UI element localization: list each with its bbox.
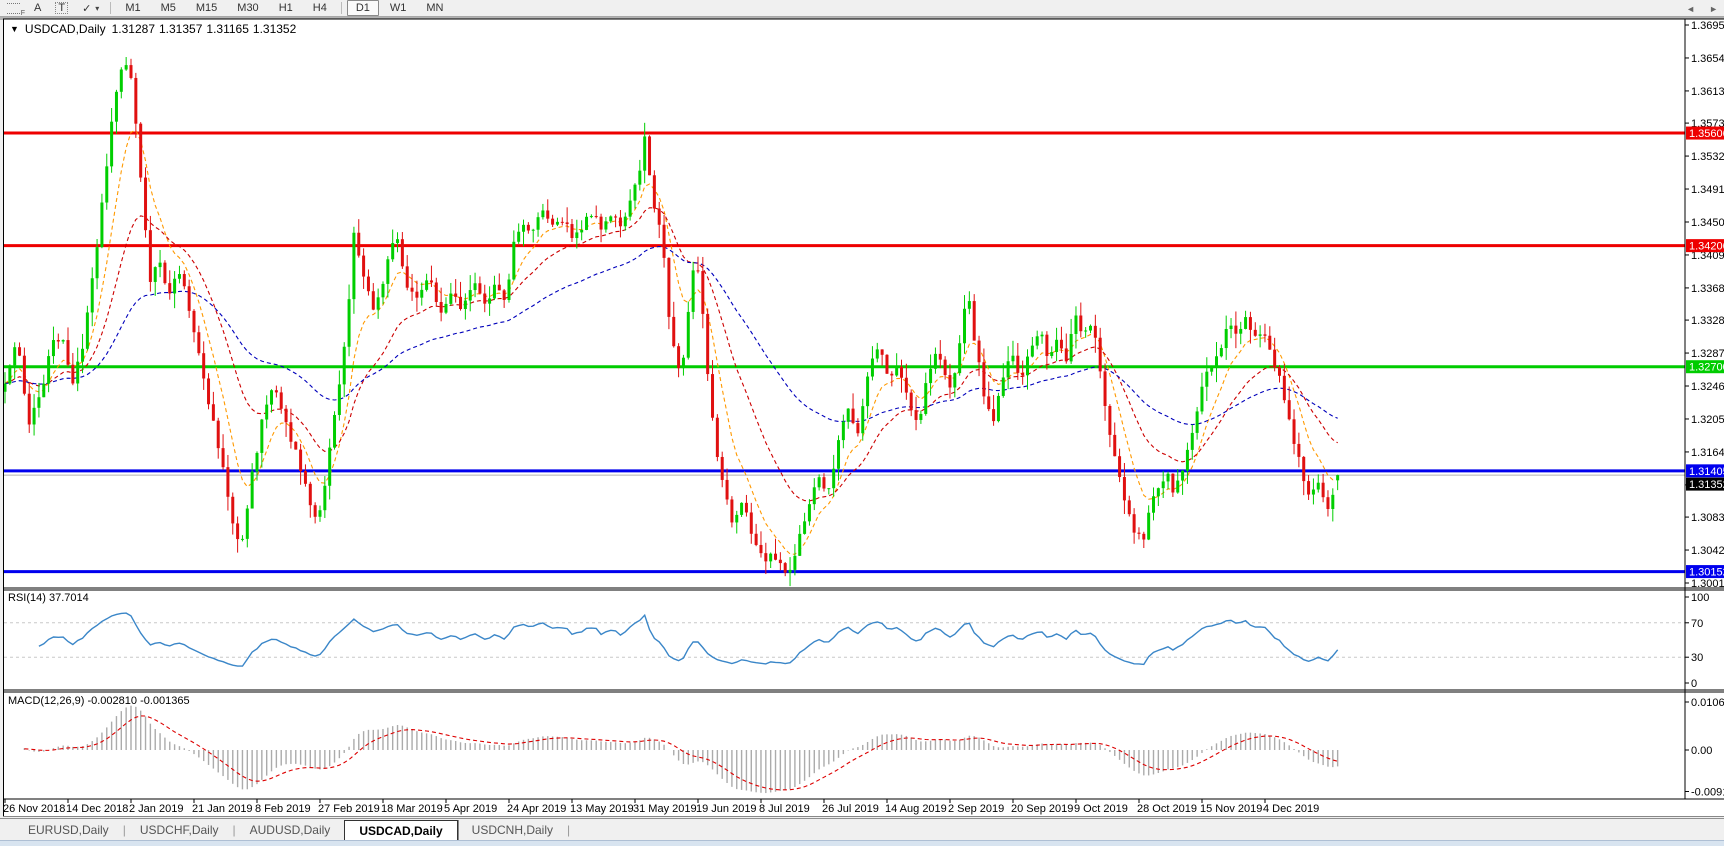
rsi-axis-label: 100 xyxy=(1691,592,1709,604)
rsi-axis-label: 0 xyxy=(1691,678,1697,690)
date-tick-label: 5 Apr 2019 xyxy=(444,803,497,815)
price-tick-label: 1.32870 xyxy=(1691,348,1724,360)
macd-axis-label: 0.00 xyxy=(1691,745,1712,757)
date-tick-label: 4 Dec 2019 xyxy=(1263,803,1319,815)
date-tick-label: 14 Aug 2019 xyxy=(885,803,947,815)
date-tick-label: 14 Dec 2018 xyxy=(66,803,128,815)
rsi-axis-label: 70 xyxy=(1691,618,1703,630)
date-tick-label: 20 Sep 2019 xyxy=(1011,803,1073,815)
date-tick-label: 13 May 2019 xyxy=(570,803,634,815)
date-tick-label: 26 Jul 2019 xyxy=(822,803,879,815)
price-tick-label: 1.30830 xyxy=(1691,512,1724,524)
date-tick-label: 28 Oct 2019 xyxy=(1137,803,1197,815)
date-tick-label: 15 Nov 2019 xyxy=(1200,803,1262,815)
price-tick-label: 1.36130 xyxy=(1691,86,1724,98)
price-line-label: 1.31352 xyxy=(1686,478,1724,492)
chart-canvas[interactable]: 1.369501.365401.361301.357301.353201.349… xyxy=(0,0,1724,845)
price-tick-label: 1.36540 xyxy=(1691,53,1724,65)
price-tick-label: 1.36950 xyxy=(1691,20,1724,32)
price-line-label: 1.32700 xyxy=(1686,360,1724,374)
date-tick-label: 24 Apr 2019 xyxy=(507,803,566,815)
date-tick-label: 19 Jun 2019 xyxy=(696,803,757,815)
price-line-label: 1.30152 xyxy=(1686,565,1724,579)
ohlc-open: 1.31287 xyxy=(112,22,155,36)
rsi-axis-label: 30 xyxy=(1691,652,1703,664)
chart-dropdown-icon[interactable]: ▼ xyxy=(10,24,19,34)
macd-axis-label: -0.00918 xyxy=(1691,787,1724,799)
svg-text:1.32700: 1.32700 xyxy=(1689,362,1724,374)
svg-text:1.31352: 1.31352 xyxy=(1689,479,1724,491)
date-tick-label: 8 Jul 2019 xyxy=(759,803,810,815)
price-tick-label: 1.32460 xyxy=(1691,381,1724,393)
svg-text:1.35606: 1.35606 xyxy=(1689,128,1724,140)
rsi-indicator-label: RSI(14) 37.7014 xyxy=(8,592,89,604)
price-line-label: 1.31405 xyxy=(1686,464,1724,478)
price-tick-label: 1.33280 xyxy=(1691,315,1724,327)
date-tick-label: 2 Jan 2019 xyxy=(129,803,183,815)
svg-text:1.30152: 1.30152 xyxy=(1689,567,1724,579)
chart-header: ▼ USDCAD,Daily 1.31287 1.31357 1.31165 1… xyxy=(10,22,296,36)
price-tick-label: 1.34910 xyxy=(1691,184,1724,196)
date-tick-label: 18 Mar 2019 xyxy=(381,803,443,815)
price-tick-label: 1.30420 xyxy=(1691,545,1724,557)
date-tick-label: 27 Feb 2019 xyxy=(318,803,380,815)
date-tick-label: 8 Feb 2019 xyxy=(255,803,311,815)
date-tick-label: 26 Nov 2018 xyxy=(3,803,65,815)
price-line-label: 1.35606 xyxy=(1686,127,1724,140)
ohlc-low: 1.31165 xyxy=(206,22,249,36)
date-tick-label: 21 Jan 2019 xyxy=(192,803,253,815)
svg-text:1.31405: 1.31405 xyxy=(1689,466,1724,478)
price-tick-label: 1.33680 xyxy=(1691,283,1724,295)
macd-axis-label: 0.010615 xyxy=(1691,697,1724,709)
date-tick-label: 9 Oct 2019 xyxy=(1074,803,1128,815)
price-tick-label: 1.34500 xyxy=(1691,217,1724,229)
chart-symbol-label: USDCAD,Daily xyxy=(25,22,106,36)
ohlc-close: 1.31352 xyxy=(253,22,296,36)
price-line-label: 1.34206 xyxy=(1686,239,1724,253)
date-tick-label: 2 Sep 2019 xyxy=(948,803,1004,815)
ohlc-high: 1.31357 xyxy=(159,22,202,36)
date-tick-label: 31 May 2019 xyxy=(633,803,697,815)
price-tick-label: 1.31640 xyxy=(1691,447,1724,459)
price-tick-label: 1.32050 xyxy=(1691,414,1724,426)
svg-text:1.34206: 1.34206 xyxy=(1689,241,1724,253)
macd-indicator-label: MACD(12,26,9) -0.002810 -0.001365 xyxy=(8,695,190,707)
price-tick-label: 1.35320 xyxy=(1691,151,1724,163)
